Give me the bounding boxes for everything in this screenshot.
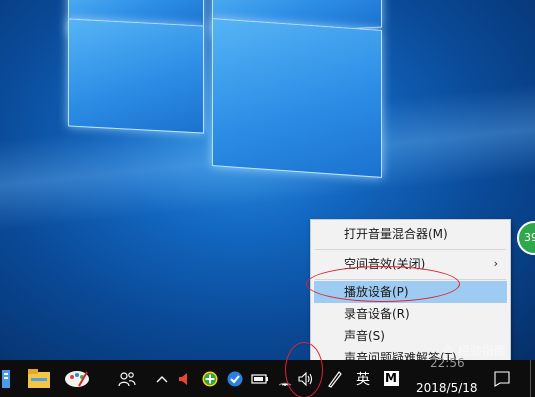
ime-mode-indicator[interactable]: M bbox=[382, 360, 400, 397]
file-explorer-icon[interactable] bbox=[26, 360, 52, 397]
menu-item-volume-mixer[interactable]: 打开音量混合器(M) bbox=[311, 223, 510, 245]
menu-separator bbox=[315, 249, 506, 250]
notification-icon[interactable] bbox=[492, 360, 512, 397]
show-desktop-button[interactable] bbox=[526, 360, 535, 397]
paint-icon[interactable] bbox=[62, 360, 92, 397]
chevron-up-icon[interactable] bbox=[154, 360, 170, 397]
taskbar: 英 M 22:56 2018/5/18 bbox=[0, 356, 535, 397]
desktop-badge[interactable]: 39 bbox=[517, 221, 535, 255]
shield-check-icon[interactable] bbox=[224, 360, 246, 397]
chevron-right-icon: › bbox=[493, 257, 498, 270]
taskbar-clock[interactable]: 22:56 2018/5/18 bbox=[416, 356, 486, 397]
watermark: © 经验指南 bbox=[442, 344, 506, 358]
pen-icon[interactable] bbox=[326, 360, 344, 397]
ime-language-indicator[interactable]: 英 bbox=[352, 360, 374, 397]
annotation-circle-volume-icon bbox=[285, 342, 323, 397]
window-logo-pane-bottom-right bbox=[212, 18, 382, 178]
battery-icon[interactable] bbox=[250, 360, 270, 397]
window-logo-pane-bottom-left bbox=[68, 18, 204, 134]
people-icon[interactable] bbox=[116, 360, 138, 397]
menu-item-recording-devices[interactable]: 录音设备(R) bbox=[311, 303, 510, 325]
menu-item-label: 声音(S) bbox=[344, 329, 385, 343]
clock-date: 2018/5/18 bbox=[416, 381, 478, 395]
red-speaker-icon[interactable] bbox=[176, 360, 192, 397]
task-view-icon[interactable] bbox=[0, 360, 14, 397]
green-plus-icon[interactable] bbox=[200, 360, 220, 397]
menu-item-label: 录音设备(R) bbox=[344, 307, 410, 321]
menu-item-label: 打开音量混合器(M) bbox=[344, 227, 448, 241]
annotation-circle-menu-item bbox=[306, 266, 460, 302]
